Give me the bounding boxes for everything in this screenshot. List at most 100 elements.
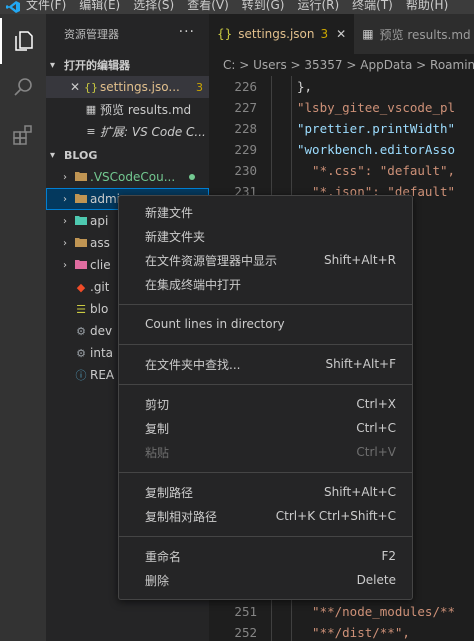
line-number: 229: [234, 142, 257, 157]
menu-terminal[interactable]: 终端(T): [352, 0, 393, 12]
open-editor-extension[interactable]: ≡ 扩展: VS Code C...: [46, 120, 209, 142]
menu-item-shortcut: Shift+Alt+C: [323, 485, 396, 499]
chevron-right-icon: ›: [63, 171, 67, 183]
menu-item-label: 在文件夹中查找...: [145, 357, 241, 372]
menu-item-label: Count lines in directory: [145, 317, 285, 331]
code-text: },: [297, 79, 313, 94]
menu-item-label: 剪切: [145, 397, 170, 412]
context-menu-item[interactable]: 删除 Delete: [119, 568, 412, 592]
menu-item-label: 复制相对路径: [145, 509, 218, 524]
context-menu-item[interactable]: 复制 Ctrl+C: [119, 416, 412, 440]
context-menu-item[interactable]: 新建文件: [119, 200, 412, 224]
code-line: 228 "prettier.printWidth": [209, 118, 455, 139]
menu-file[interactable]: 文件(F): [26, 0, 66, 12]
json-file-icon: {}: [84, 80, 98, 94]
code-line: 252 "**/dist/**",: [209, 622, 409, 641]
tree-item-label: .VSCodeCou...: [90, 170, 176, 184]
problems-badge: 3: [196, 80, 203, 94]
tree-item-label: api: [90, 214, 109, 228]
menu-separator: [119, 536, 412, 537]
more-actions-icon[interactable]: ···: [179, 24, 195, 40]
menu-item-label: 重命名: [145, 549, 182, 564]
tab-label: settings.json: [238, 27, 315, 41]
context-menu-item[interactable]: 复制相对路径 Ctrl+K Ctrl+Shift+C: [119, 504, 412, 528]
menu-item-shortcut: Ctrl+C: [356, 421, 396, 435]
line-number: 251: [234, 604, 257, 619]
gear-icon: ⚙: [76, 346, 86, 360]
context-menu-item[interactable]: 在文件资源管理器中显示 Shift+Alt+R: [119, 248, 412, 272]
open-editor-settings[interactable]: ✕ {} settings.jso... 3: [46, 76, 209, 98]
menu-help[interactable]: 帮助(H): [406, 0, 448, 12]
preview-icon: ▦: [85, 102, 97, 116]
menu-item-shortcut: Ctrl+K Ctrl+Shift+C: [275, 509, 396, 523]
info-icon: ⓘ: [75, 369, 87, 382]
tab-settings-json[interactable]: {} settings.json 3 ✕: [209, 14, 355, 54]
open-editor-results[interactable]: ▦ 预览 results.md: [46, 98, 209, 120]
context-menu-item[interactable]: 在文件夹中查找... Shift+Alt+F: [119, 352, 412, 376]
extension-page-icon: ≡: [86, 124, 96, 138]
close-icon[interactable]: ✕: [68, 80, 82, 94]
close-icon[interactable]: ✕: [336, 27, 346, 41]
context-menu-item[interactable]: 在集成终端中打开: [119, 272, 412, 296]
menu-item-shortcut: Delete: [356, 573, 396, 587]
git-icon: ◆: [76, 280, 86, 294]
sidebar-header: 资源管理器 ···: [46, 14, 209, 54]
open-editors-title: 打开的编辑器: [64, 59, 130, 72]
context-menu-item[interactable]: 剪切 Ctrl+X: [119, 392, 412, 416]
folder-icon: [72, 171, 90, 184]
code-line: 229 "workbench.editorAsso: [209, 139, 455, 160]
code-text: "prettier.printWidth": [297, 121, 456, 136]
breadcrumb[interactable]: C: > Users > 35357 > AppData > Roaming >: [209, 54, 474, 76]
menu-item-label: 在集成终端中打开: [145, 277, 242, 292]
chevron-right-icon: ›: [63, 259, 67, 271]
menu-item-shortcut: Ctrl+X: [356, 397, 396, 411]
folder-icon: [72, 193, 90, 206]
context-menu-item[interactable]: 复制路径 Shift+Alt+C: [119, 480, 412, 504]
menu-item-label: 删除: [145, 573, 170, 588]
tree-item-vscodecounter[interactable]: › .VSCodeCou...: [46, 166, 209, 188]
code-text: "lsby_gitee_vscode_pl: [297, 100, 456, 115]
menu-item-shortcut: Ctrl+V: [356, 445, 396, 459]
open-editors-header[interactable]: ▾ 打开的编辑器: [46, 54, 209, 76]
context-menu-item[interactable]: 新建文件夹: [119, 224, 412, 248]
menu-go[interactable]: 转到(G): [242, 0, 285, 12]
code-line: 230 "*.css": "default",: [209, 160, 455, 181]
menu-item-shortcut: F2: [381, 549, 396, 563]
menu-edit[interactable]: 编辑(E): [79, 0, 120, 12]
context-menu-item[interactable]: 重命名 F2: [119, 544, 412, 568]
menu-item-label: 新建文件夹: [145, 229, 206, 244]
editor-tabs: {} settings.json 3 ✕ ▦ 预览 results.md: [209, 14, 474, 54]
open-editor-label: settings.jso...: [100, 80, 180, 94]
tree-item-label: inta: [90, 346, 113, 360]
menu-selection[interactable]: 选择(S): [133, 0, 174, 12]
menu-item-label: 粘贴: [145, 445, 170, 460]
tree-item-label: clie: [90, 258, 111, 272]
chevron-right-icon: ›: [63, 237, 67, 249]
line-number: 252: [234, 625, 257, 640]
folder-icon: [72, 259, 90, 272]
chevron-right-icon: ›: [63, 215, 67, 227]
extensions-icon[interactable]: [0, 112, 46, 158]
tree-item-label: ass: [90, 236, 110, 250]
tree-item-label: dev: [90, 324, 113, 338]
open-editor-label: 预览 results.md: [100, 102, 192, 117]
context-menu-item[interactable]: Count lines in directory: [119, 312, 412, 336]
menu-item-label: 复制路径: [145, 485, 194, 500]
tab-results-md[interactable]: ▦ 预览 results.md: [354, 14, 474, 54]
explorer-icon[interactable]: [0, 18, 46, 64]
context-menu: 新建文件新建文件夹在文件资源管理器中显示 Shift+Alt+R 在集成终端中打开 C…: [118, 195, 413, 600]
menu-item-label: 在文件资源管理器中显示: [145, 253, 278, 268]
menu-view[interactable]: 查看(V): [187, 0, 229, 12]
folder-header[interactable]: ▾ BLOG: [46, 144, 209, 166]
sidebar-title: 资源管理器: [64, 28, 119, 41]
menu-run[interactable]: 运行(R): [297, 0, 339, 12]
open-editor-label: 扩展: VS Code C...: [100, 124, 206, 139]
menu-item-label: 新建文件: [145, 205, 194, 220]
preview-icon: ▦: [362, 27, 374, 41]
chevron-right-icon: ›: [63, 193, 67, 205]
activity-bar: [0, 14, 46, 641]
search-icon[interactable]: [0, 64, 46, 110]
code-text: "**/dist/**",: [297, 625, 410, 640]
menu-separator: [119, 344, 412, 345]
menu-item-label: 复制: [145, 421, 170, 436]
